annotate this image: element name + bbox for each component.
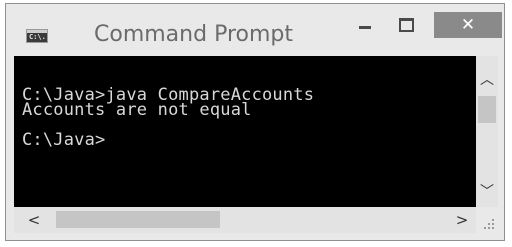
scroll-left-arrow-icon[interactable]: < bbox=[24, 209, 44, 231]
scroll-down-arrow-icon[interactable]: ﹀ bbox=[476, 182, 498, 202]
console-line: C:\Java> bbox=[22, 130, 106, 150]
maximize-button[interactable] bbox=[388, 12, 422, 38]
command-prompt-window: C:\. Command Prompt ✕ C:\Java>java Compa… bbox=[5, 3, 505, 241]
close-button[interactable]: ✕ bbox=[434, 12, 502, 38]
resize-grip-icon[interactable] bbox=[476, 207, 498, 233]
cmd-icon[interactable]: C:\. bbox=[26, 29, 48, 43]
window-title: Command Prompt bbox=[94, 22, 293, 47]
title-bar[interactable]: C:\. Command Prompt ✕ bbox=[6, 4, 504, 56]
scroll-right-arrow-icon[interactable]: > bbox=[452, 209, 472, 231]
console-text: C:\Java>java CompareAccounts Accounts ar… bbox=[22, 87, 314, 150]
horizontal-scroll-thumb[interactable] bbox=[56, 211, 220, 228]
console-line: Accounts are not equal bbox=[22, 100, 252, 120]
console-output[interactable]: C:\Java>java CompareAccounts Accounts ar… bbox=[14, 56, 476, 207]
horizontal-scrollbar[interactable]: < > bbox=[14, 207, 476, 233]
close-icon: ✕ bbox=[460, 15, 476, 35]
scroll-up-arrow-icon[interactable]: ︿ bbox=[476, 70, 498, 90]
cmd-icon-text: C:\. bbox=[29, 33, 46, 41]
vertical-scroll-thumb[interactable] bbox=[478, 96, 496, 123]
vertical-scrollbar[interactable]: ︿ ﹀ bbox=[476, 56, 498, 207]
minimize-button[interactable] bbox=[348, 12, 382, 38]
